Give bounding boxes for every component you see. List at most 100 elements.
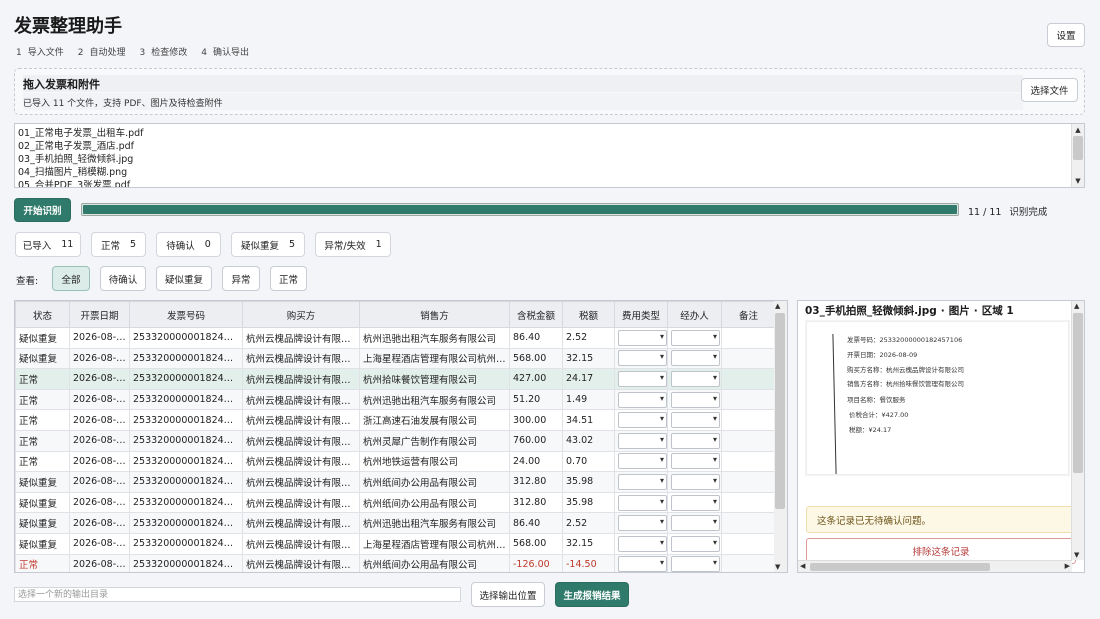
table-row[interactable]: 正常 2026-08-13 25332000000182459580 杭州云槐品牌设计… [15, 409, 776, 431]
preview-hscroll[interactable]: ◀ ▶ [798, 560, 1072, 572]
table-row[interactable]: 疑似重复 2026-08-07 25332000000182455931 杭州云槐品牌… [15, 471, 776, 493]
cell-remark[interactable] [721, 347, 776, 370]
cell-tax: 1.49 [562, 388, 615, 411]
cell-remark[interactable] [721, 368, 776, 390]
scroll-up-icon[interactable]: ▲ [775, 302, 780, 310]
col-date[interactable]: 开票日期 [69, 301, 130, 328]
file-list[interactable]: 01_正常电子发票_出租车.pdf 02_正常电子发票_酒店.pdf 03_手机… [14, 123, 1085, 188]
table-row[interactable]: 正常 2026-08-18 25332000000182463177 杭州云槐品牌设计… [15, 388, 776, 411]
table-row[interactable]: 疑似重复 2026-08-05 25332000000182454718 杭州云槐品牌… [15, 347, 776, 370]
settings-button[interactable]: 设置 [1047, 23, 1085, 47]
cell-remark[interactable] [721, 327, 776, 349]
cell-amount: 86.40 [509, 327, 563, 349]
col-seller[interactable]: 销售方 [359, 301, 510, 328]
type-select[interactable] [618, 370, 667, 387]
scroll-up-icon[interactable]: ▲ [1074, 302, 1079, 310]
file-list-scrollbar[interactable]: ▲ ▼ [1071, 124, 1084, 187]
filter-normal[interactable]: 正常 [270, 266, 307, 291]
type-select[interactable] [618, 391, 667, 408]
scroll-thumb[interactable] [1073, 313, 1083, 473]
table-row[interactable]: 疑似重复 2026-08-03 25332000000182453122 杭州云槐品牌… [15, 512, 776, 534]
type-select[interactable] [618, 412, 667, 429]
handler-select[interactable] [671, 494, 720, 511]
handler-select[interactable] [671, 473, 720, 490]
type-select[interactable] [618, 494, 667, 511]
file-item[interactable]: 05_合并PDF_3张发票.pdf [18, 177, 130, 187]
cell-remark[interactable] [721, 553, 776, 572]
handler-select[interactable] [671, 412, 720, 429]
choose-file-button[interactable]: 选择文件 [1021, 78, 1078, 102]
cell-tax: 32.15 [562, 347, 615, 370]
cell-remark[interactable] [721, 512, 776, 534]
file-item[interactable]: 04_扫描图片_稍模糊.png [18, 164, 127, 178]
type-select[interactable] [618, 515, 667, 532]
table-scrollbar[interactable]: ▲ ▼ [774, 300, 788, 573]
filter-abnormal[interactable]: 异常 [222, 266, 260, 291]
drop-zone[interactable]: 拖入发票和附件 已导入 11 个文件，支持 PDF、图片及待检查附件 [14, 68, 1085, 115]
col-remark[interactable]: 备注 [721, 301, 776, 328]
scroll-down-icon[interactable]: ▼ [775, 563, 780, 571]
handler-select[interactable] [671, 515, 720, 532]
file-item[interactable]: 02_正常电子发票_酒店.pdf [18, 138, 134, 152]
handler-select[interactable] [671, 453, 720, 470]
table-row[interactable]: 疑似重复 2026-08-05 25332000000182454718 杭州云槐品牌… [15, 532, 776, 555]
handler-select[interactable] [671, 556, 720, 572]
cell-remark[interactable] [721, 450, 776, 473]
type-select[interactable] [618, 556, 667, 572]
start-recognition-button[interactable]: 开始识别 [14, 198, 71, 222]
col-handler[interactable]: 经办人 [667, 301, 722, 328]
handler-select[interactable] [671, 329, 720, 346]
cell-remark[interactable] [721, 429, 776, 452]
table-row[interactable]: 正常 2026-08-15 25332000000182460714 杭州云槐品牌设计… [15, 429, 776, 452]
filter-duplicate[interactable]: 疑似重复 [156, 266, 212, 291]
handler-select[interactable] [671, 350, 720, 367]
type-select[interactable] [618, 473, 667, 490]
type-select[interactable] [618, 329, 667, 346]
scroll-thumb[interactable] [810, 563, 990, 571]
generate-result-button[interactable]: 生成报销结果 [555, 582, 629, 607]
table-row[interactable]: 疑似重复 2026-08-03 25332000000182453122 杭州云槐品牌… [15, 327, 776, 349]
scroll-right-icon[interactable]: ▶ [1065, 562, 1070, 570]
col-status[interactable]: 状态 [15, 301, 70, 328]
col-number[interactable]: 发票号码 [129, 301, 243, 328]
col-type[interactable]: 费用类型 [614, 301, 668, 328]
cell-remark[interactable] [721, 491, 776, 514]
table-row[interactable]: 正常 2026-08-17 25332000000182461909 杭州云槐品牌设计… [15, 450, 776, 473]
col-tax[interactable]: 税额 [562, 301, 615, 328]
stat-invalid: 异常/失效 1 [315, 232, 391, 257]
cell-number: 25332000000182463177 [129, 388, 243, 411]
scroll-down-icon[interactable]: ▼ [1072, 176, 1084, 186]
filter-pending[interactable]: 待确认 [100, 266, 146, 291]
handler-select[interactable] [671, 535, 720, 552]
table-row[interactable]: 疑似重复 2026-08-07 25332000000182455931 杭州云槐品牌… [15, 491, 776, 514]
scroll-down-icon[interactable]: ▼ [1074, 551, 1079, 559]
choose-output-button[interactable]: 选择输出位置 [471, 582, 545, 607]
filter-all[interactable]: 全部 [52, 266, 90, 291]
type-select[interactable] [618, 350, 667, 367]
col-buyer[interactable]: 购买方 [242, 301, 360, 328]
type-select[interactable] [618, 432, 667, 449]
handler-select[interactable] [671, 391, 720, 408]
handler-select[interactable] [671, 370, 720, 387]
file-item[interactable]: 01_正常电子发票_出租车.pdf [18, 125, 144, 139]
table-row[interactable]: 正常 2026-08-20 25332000000182464388 杭州云槐品牌设计… [15, 553, 776, 572]
cell-remark[interactable] [721, 409, 776, 431]
scroll-up-icon[interactable]: ▲ [1072, 125, 1084, 135]
type-select[interactable] [618, 453, 667, 470]
cell-remark[interactable] [721, 532, 776, 555]
preview-vscroll[interactable]: ▲ ▼ [1071, 301, 1084, 560]
cell-status: 正常 [15, 388, 70, 411]
cell-number: 25332000000182459580 [129, 409, 243, 431]
scroll-thumb[interactable] [1073, 136, 1083, 160]
cell-remark[interactable] [721, 471, 776, 493]
scroll-left-icon[interactable]: ◀ [800, 562, 805, 570]
file-item[interactable]: 03_手机拍照_轻微倾斜.jpg [18, 151, 133, 165]
scroll-thumb[interactable] [775, 313, 785, 509]
col-amount[interactable]: 含税金额 [509, 301, 563, 328]
output-dir-input[interactable] [14, 587, 461, 602]
type-select[interactable] [618, 535, 667, 552]
handler-select[interactable] [671, 432, 720, 449]
cell-date: 2026-08-15 [69, 429, 130, 452]
table-row[interactable]: 正常 2026-08-09 25332000000182457106 杭州云槐品牌设计… [15, 368, 776, 390]
cell-remark[interactable] [721, 388, 776, 411]
